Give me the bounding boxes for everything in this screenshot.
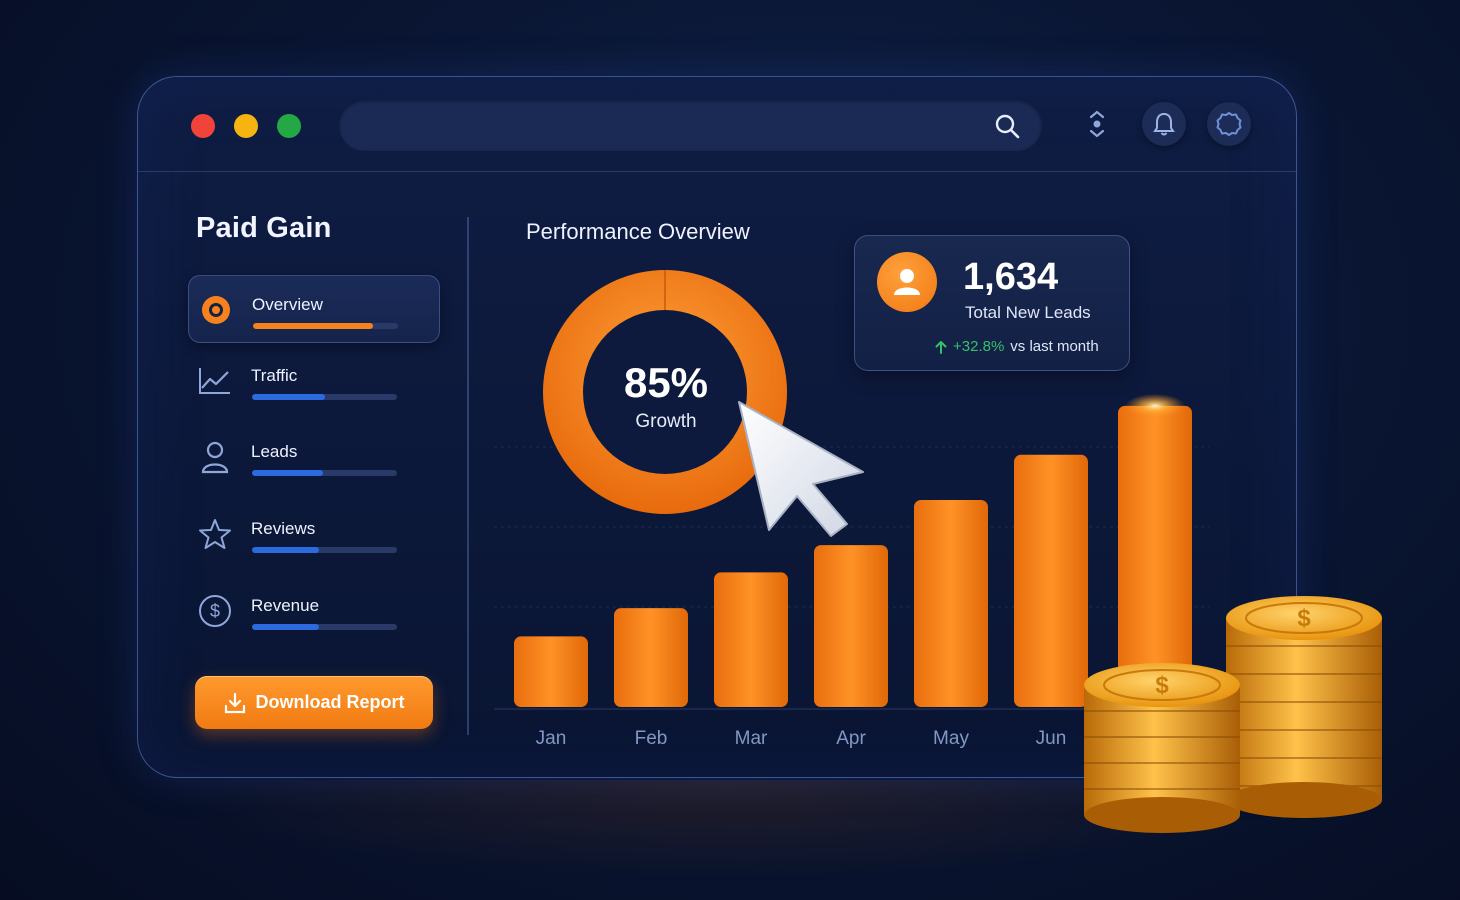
- coin-stack-front: $: [1084, 663, 1240, 833]
- sidebar-item-label: Revenue: [251, 596, 320, 615]
- dollar-icon: $: [198, 594, 232, 628]
- progress-track: [252, 394, 397, 400]
- chart-x-tick-label: Jan: [536, 728, 567, 749]
- chart-x-tick-label: May: [933, 728, 969, 749]
- coin-stacks-illustration: $ $: [1084, 596, 1382, 833]
- minimize-window-button[interactable]: [234, 114, 258, 138]
- progress-track: [252, 624, 397, 630]
- sidebar-divider: [467, 217, 469, 735]
- progress-track: [252, 470, 397, 476]
- chart-bar-may[interactable]: [914, 499, 988, 707]
- sidebar-item-leads[interactable]: Leads: [188, 423, 438, 489]
- search-input[interactable]: [339, 100, 1042, 151]
- mouse-cursor-icon: [738, 401, 864, 537]
- brand-title: Paid Gain: [196, 212, 332, 244]
- chart-bar-mar[interactable]: [714, 572, 788, 707]
- sidebar-item-reviews[interactable]: Reviews: [188, 500, 438, 566]
- svg-text:$: $: [210, 601, 220, 621]
- user-avatar-icon: [877, 252, 937, 312]
- total-leads-label: Total New Leads: [965, 303, 1091, 322]
- leads-delta: +32.8% vs last month: [935, 338, 1099, 355]
- gear-icon[interactable]: [1207, 102, 1251, 146]
- progress-fill: [252, 547, 319, 553]
- download-report-button[interactable]: Download Report: [195, 676, 433, 729]
- chart-bar-jun[interactable]: [1014, 454, 1088, 707]
- coin-stack-back: $: [1226, 596, 1382, 818]
- chart-bar-glow: [1125, 393, 1185, 418]
- progress-track: [252, 547, 397, 553]
- sidebar-item-label: Reviews: [251, 519, 316, 538]
- total-leads-card: 1,634 Total New Leads +32.8% vs last mon…: [854, 235, 1130, 371]
- user-switch-icon[interactable]: [1075, 102, 1119, 146]
- target-icon: [199, 293, 233, 327]
- chart-x-tick-label: Mar: [735, 728, 768, 749]
- bell-icon[interactable]: [1142, 102, 1186, 146]
- sidebar-item-label: Leads: [251, 442, 298, 461]
- progress-fill: [252, 470, 324, 476]
- progress-fill: [252, 394, 325, 400]
- section-title: Performance Overview: [526, 219, 750, 244]
- sidebar-item-label: Traffic: [251, 366, 298, 385]
- growth-label: Growth: [635, 411, 697, 432]
- chart-bar-feb[interactable]: [614, 608, 688, 707]
- sidebar-item-label: Overview: [252, 295, 323, 314]
- leads-delta-suffix: vs last month: [1010, 338, 1099, 355]
- arrow-up-icon: [935, 340, 947, 354]
- sidebar-item-revenue[interactable]: $ Revenue: [188, 577, 438, 643]
- leads-delta-percent: +32.8%: [953, 338, 1005, 355]
- progress-track: [253, 323, 398, 329]
- star-icon: [198, 517, 232, 551]
- progress-fill: [252, 624, 319, 630]
- chart-x-tick-label: Apr: [836, 728, 866, 749]
- total-leads-value: 1,634: [963, 256, 1059, 298]
- chart-x-tick-label: Jun: [1036, 728, 1067, 749]
- user-icon: [198, 440, 232, 474]
- header-divider: [138, 171, 1296, 172]
- growth-percent: 85%: [623, 359, 709, 406]
- close-window-button[interactable]: [191, 114, 215, 138]
- progress-fill: [253, 323, 374, 329]
- svg-text:$: $: [1297, 605, 1311, 632]
- line-chart-icon: [198, 364, 232, 398]
- sidebar-item-traffic[interactable]: Traffic: [188, 347, 438, 413]
- download-report-label: Download Report: [255, 692, 405, 712]
- download-icon: [224, 692, 245, 713]
- svg-text:$: $: [1155, 672, 1169, 699]
- search-icon[interactable]: [994, 113, 1020, 139]
- chart-x-tick-label: Feb: [635, 728, 668, 749]
- chart-bar-apr[interactable]: [814, 545, 888, 707]
- maximize-window-button[interactable]: [277, 114, 301, 138]
- chart-bar-jan[interactable]: [514, 636, 588, 707]
- sidebar-item-overview[interactable]: Overview: [188, 275, 440, 343]
